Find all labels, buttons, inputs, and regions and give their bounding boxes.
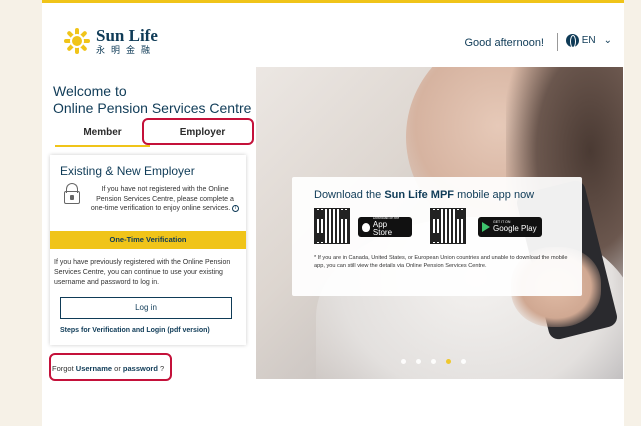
app-title-pre: Download the <box>314 189 382 201</box>
app-store-label: App Store <box>372 219 393 237</box>
google-play-button[interactable]: GET IT ON Google Play <box>478 217 542 237</box>
greeting: Good afternoon! <box>464 37 544 49</box>
login-button[interactable]: Log in <box>60 297 232 319</box>
verification-description-text: If you have not registered with the Onli… <box>90 186 234 212</box>
login-description: If you have previously registered with t… <box>54 259 231 286</box>
app-download-title: Download the Sun Life MPF mobile app now <box>314 189 534 201</box>
lock-icon <box>64 183 80 205</box>
welcome-line-1: Welcome to <box>53 83 127 99</box>
qr-code-ios <box>314 208 350 244</box>
welcome-line-2: Online Pension Services Centre <box>53 100 252 116</box>
globe-icon <box>565 34 579 48</box>
app-download-note: * If you are in Canada, United States, o… <box>314 255 568 269</box>
divider <box>557 33 558 51</box>
card-title: Existing & New Employer <box>60 164 195 178</box>
page: Sun Life 永明金融 Good afternoon! EN ⌄ Welco… <box>42 0 624 426</box>
google-play-icon <box>482 222 490 232</box>
google-play-label: Google Play <box>493 223 537 233</box>
apple-icon <box>362 222 370 232</box>
logo-text-zh: 永明金融 <box>96 45 157 55</box>
carousel-dot-active[interactable] <box>446 359 451 364</box>
carousel-dot[interactable] <box>461 359 466 364</box>
steps-pdf-link[interactable]: Steps for Verification and Login (pdf ve… <box>60 327 210 334</box>
app-title-brand: Sun Life MPF <box>384 189 455 201</box>
app-store-button[interactable]: Download on the App Store <box>358 217 412 237</box>
one-time-verification-button[interactable]: One-Time Verification <box>50 231 246 249</box>
forgot-highlight <box>49 353 172 381</box>
tab-member[interactable]: Member <box>55 123 150 147</box>
chevron-down-icon: ⌄ <box>603 35 612 46</box>
sun-icon <box>64 28 90 54</box>
verification-description: If you have not registered with the Onli… <box>90 185 240 214</box>
hero-banner: Download the Sun Life MPF mobile app now… <box>256 67 623 379</box>
logo-text-en: Sun Life <box>96 26 158 45</box>
sun-life-logo[interactable]: Sun Life 永明金融 <box>64 27 158 55</box>
employer-tab-highlight <box>142 118 254 145</box>
app-download-box: Download the Sun Life MPF mobile app now… <box>292 177 582 296</box>
carousel-dot[interactable] <box>416 359 421 364</box>
app-title-post: mobile app now <box>457 189 535 201</box>
carousel-dot[interactable] <box>431 359 436 364</box>
info-icon[interactable]: i <box>232 204 240 212</box>
carousel-dot[interactable] <box>401 359 406 364</box>
language-selector[interactable]: EN ⌄ <box>565 34 612 48</box>
employer-login-card: Existing & New Employer If you have not … <box>50 155 246 345</box>
page-title: Welcome to Online Pension Services Centr… <box>53 83 268 117</box>
language-label: EN <box>581 35 596 46</box>
carousel-dots <box>401 359 476 364</box>
qr-code-android <box>430 208 466 244</box>
